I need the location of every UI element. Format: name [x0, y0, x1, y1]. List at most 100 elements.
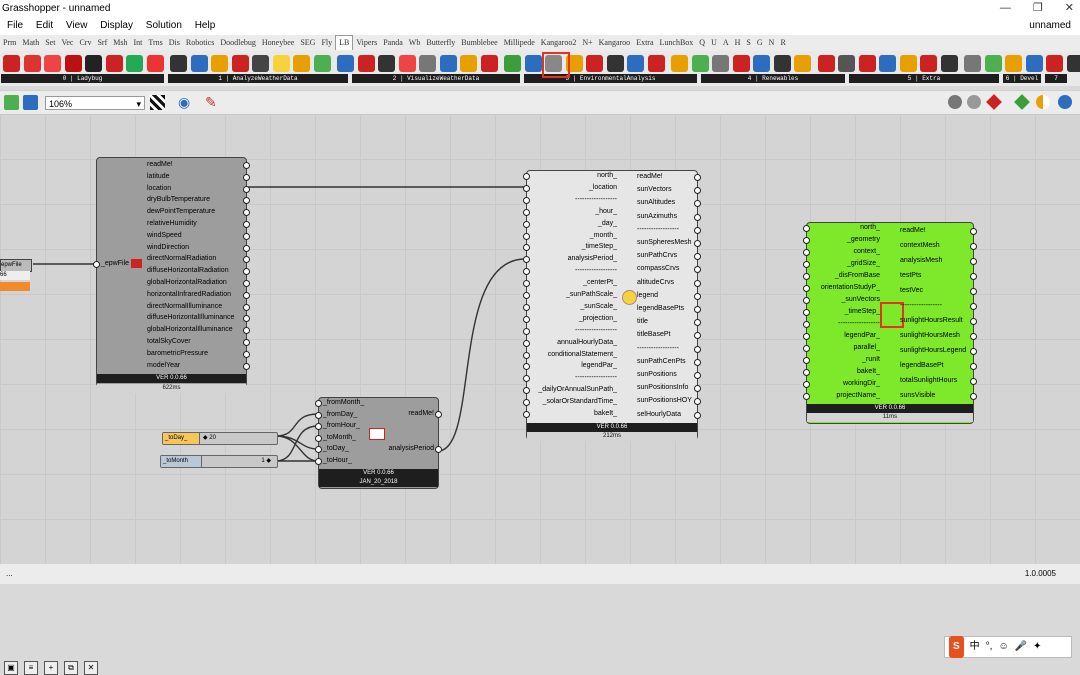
menu-file[interactable]: File [7, 20, 23, 31]
ribbon-tool-icon[interactable] [252, 55, 269, 72]
today-slider[interactable]: _toDay_ ◆ 20 [162, 432, 278, 445]
menu-solution[interactable]: Solution [146, 20, 182, 31]
ribbon-tool-icon[interactable] [337, 55, 354, 72]
port[interactable] [243, 174, 250, 181]
tab-g[interactable]: G [754, 35, 766, 51]
ribbon-tool-icon[interactable] [314, 55, 331, 72]
port[interactable] [803, 393, 810, 400]
tab-vec[interactable]: Vec [58, 35, 76, 51]
tab-crv[interactable]: Crv [76, 35, 94, 51]
window-icon[interactable]: ▣ [4, 661, 18, 675]
port[interactable] [315, 458, 322, 465]
port[interactable] [243, 233, 250, 240]
ribbon-tool-icon[interactable] [358, 55, 375, 72]
port[interactable] [694, 346, 701, 353]
port[interactable] [523, 292, 530, 299]
close-panel-icon[interactable]: ✕ [84, 661, 98, 675]
port[interactable] [694, 227, 701, 234]
copy-icon[interactable]: ⧉ [64, 661, 78, 675]
zoom-dropdown[interactable]: 106%▾ [45, 96, 145, 110]
port[interactable] [970, 333, 977, 340]
port[interactable] [93, 261, 100, 268]
port[interactable] [694, 359, 701, 366]
ribbon-tool-icon[interactable] [627, 55, 644, 72]
ribbon-tool-icon[interactable] [232, 55, 249, 72]
punctuation-icon[interactable]: °, [986, 636, 993, 658]
tab-butterfly[interactable]: Butterfly [423, 35, 458, 51]
port[interactable] [523, 363, 530, 370]
sunpath-component[interactable]: north__location------------------_hour__… [526, 170, 698, 440]
tab-kangaroo[interactable]: Kangaroo [596, 35, 634, 51]
minimize-icon[interactable]: — [1000, 0, 1011, 17]
sphere-icon[interactable] [1036, 95, 1050, 109]
ribbon-tool-icon[interactable] [460, 55, 477, 72]
port[interactable] [803, 249, 810, 256]
ribbon-tool-icon[interactable] [985, 55, 1002, 72]
ribbon-tool-icon[interactable] [818, 55, 835, 72]
display-mode-icon[interactable] [948, 95, 962, 109]
port[interactable] [803, 309, 810, 316]
port[interactable] [523, 233, 530, 240]
ribbon-tool-icon[interactable] [648, 55, 665, 72]
tab-u[interactable]: U [708, 35, 720, 51]
port[interactable] [803, 333, 810, 340]
ribbon-tool-icon[interactable] [692, 55, 709, 72]
emoji-icon[interactable]: ☺ [998, 636, 1008, 658]
port[interactable] [694, 240, 701, 247]
ribbon-tool-icon[interactable] [378, 55, 395, 72]
ribbon-tool-icon[interactable] [712, 55, 729, 72]
tab-h[interactable]: H [732, 35, 744, 51]
ribbon-tool-icon[interactable] [419, 55, 436, 72]
port[interactable] [315, 412, 322, 419]
mic-icon[interactable]: 🎤 [1015, 636, 1027, 658]
ribbon-tool-icon[interactable] [1046, 55, 1063, 72]
close-icon[interactable]: ✕ [1065, 0, 1074, 17]
port[interactable] [970, 273, 977, 280]
port[interactable] [970, 318, 977, 325]
ribbon-tool-icon[interactable] [211, 55, 228, 72]
ribbon-tool-icon[interactable] [671, 55, 688, 72]
port[interactable] [694, 372, 701, 379]
tab-doodlebug[interactable]: Doodlebug [217, 35, 259, 51]
tab-srf[interactable]: Srf [94, 35, 110, 51]
menu-view[interactable]: View [66, 20, 88, 31]
port[interactable] [970, 378, 977, 385]
ribbon-tool-icon[interactable] [900, 55, 917, 72]
eye-icon[interactable]: ◉ [178, 95, 190, 109]
port[interactable] [243, 280, 250, 287]
port[interactable] [523, 387, 530, 394]
ribbon-tool-icon[interactable] [44, 55, 61, 72]
port[interactable] [803, 357, 810, 364]
port[interactable] [803, 261, 810, 268]
ribbon-tool-icon[interactable] [24, 55, 41, 72]
ribbon-tool-icon[interactable] [273, 55, 290, 72]
stack-icon[interactable]: ≡ [24, 661, 38, 675]
menu-help[interactable]: Help [195, 20, 216, 31]
port[interactable] [435, 411, 442, 418]
ribbon-tool-icon[interactable] [879, 55, 896, 72]
preview-icon[interactable] [150, 95, 165, 110]
tab-honeybee[interactable]: Honeybee [259, 35, 297, 51]
port[interactable] [523, 316, 530, 323]
port[interactable] [315, 446, 322, 453]
port[interactable] [435, 446, 442, 453]
port[interactable] [803, 225, 810, 232]
sketch-icon[interactable]: ✎ [205, 95, 217, 109]
canvas[interactable]: epwFile 66 _epwFile readMe!latitudelocat… [0, 114, 1080, 564]
ribbon-tool-icon[interactable] [399, 55, 416, 72]
tab-seg[interactable]: SEG [297, 35, 318, 51]
tab-dis[interactable]: Dis [166, 35, 183, 51]
port[interactable] [523, 328, 530, 335]
port[interactable] [315, 400, 322, 407]
tab-kangaroo2[interactable]: Kangaroo2 [538, 35, 580, 51]
ribbon-tool-icon[interactable] [1067, 55, 1080, 72]
tab-n[interactable]: N [766, 35, 778, 51]
tab-n[interactable]: N+ [579, 35, 595, 51]
tomonth-slider[interactable]: _toMonth 1 ◆ [160, 455, 278, 468]
port[interactable] [694, 412, 701, 419]
port[interactable] [694, 214, 701, 221]
ribbon-tool-icon[interactable] [586, 55, 603, 72]
tab-r[interactable]: R [777, 35, 788, 51]
ribbon-tool-icon[interactable] [1026, 55, 1043, 72]
port[interactable] [315, 423, 322, 430]
